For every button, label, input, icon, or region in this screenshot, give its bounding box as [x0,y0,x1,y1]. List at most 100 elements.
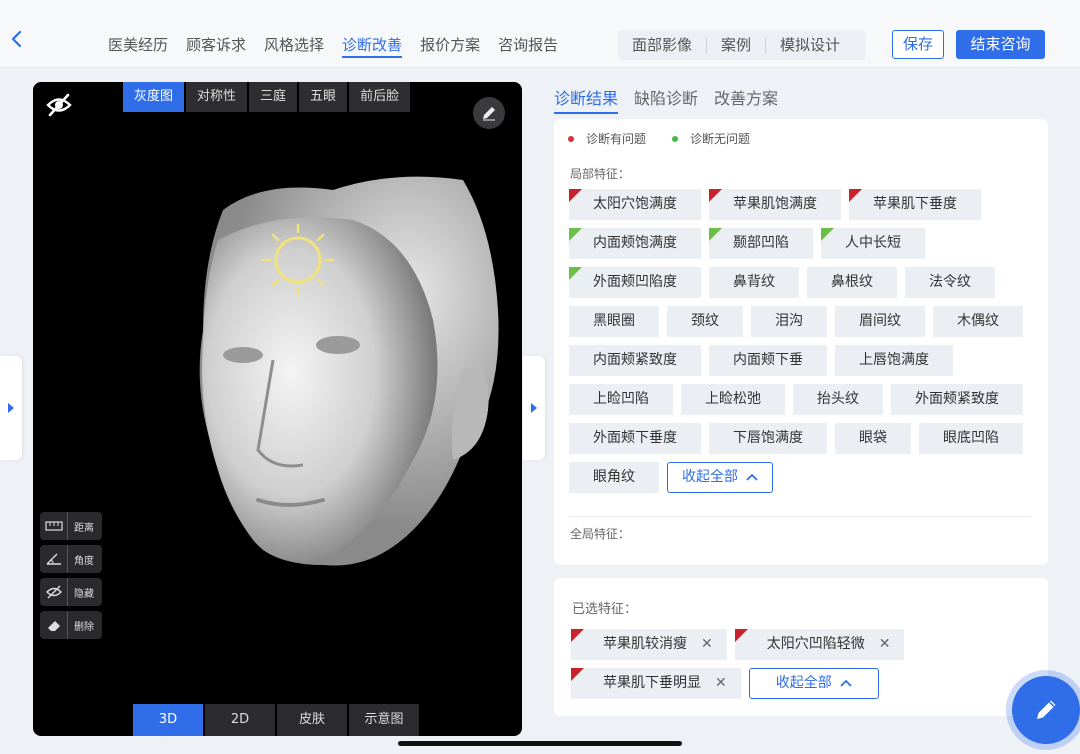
collapse-selected-button[interactable]: 收起全部 [748,668,879,699]
feature-tag[interactable]: 苹果肌下垂度 [849,189,981,220]
nav-tab[interactable]: 诊断改善 [342,34,403,58]
selected-feature-label: 太阳穴凹陷轻微 [766,636,865,652]
global-features-label: 全局特征： [570,527,631,541]
legend-ok-label: 诊断无问题 [690,132,751,146]
red-flag-icon [709,189,722,202]
red-dot-icon [568,135,574,142]
nav-tab[interactable]: 风格选择 [264,34,324,58]
segment-tab[interactable]: 模拟设计 [766,37,854,53]
feature-tag[interactable]: 法令纹 [905,267,995,298]
tool-hide[interactable]: 隐藏 [40,578,102,606]
feature-tag[interactable]: 眼袋 [835,423,911,454]
view-tab[interactable]: 对称性 [186,82,248,112]
feature-tag[interactable]: 内面颊紧致度 [569,345,701,376]
feature-tag[interactable]: 鼻背纹 [709,267,799,298]
nav-tab[interactable]: 咨询报告 [498,34,558,58]
middle-panel-toggle[interactable] [523,356,545,460]
home-indicator [398,741,682,746]
feature-tag[interactable]: 颈纹 [667,306,743,337]
selected-features-label: 已选特征： [572,602,638,617]
panel-tab[interactable]: 缺陷诊断 [634,88,698,114]
red-flag-icon [569,189,582,202]
edit-pen-icon[interactable] [473,97,505,129]
feature-tag[interactable]: 人中长短 [821,228,925,259]
red-flag-icon [571,668,584,681]
left-panel-toggle[interactable] [0,356,22,460]
feature-tag-label: 颈纹 [691,313,719,329]
local-features-label: 局部特征： [570,167,631,181]
feature-tag-label: 苹果肌饱满度 [733,196,817,212]
mode-tab[interactable]: 2D [205,704,275,736]
tool-label: 隐藏 [74,588,94,600]
selected-feature-tag: 苹果肌较消瘦 ✕ [571,629,727,660]
feature-tag-label: 外面颊紧致度 [915,391,999,407]
expand-arrow-icon [8,403,14,413]
feature-tag[interactable]: 颞部凹陷 [709,228,813,259]
feature-tag-label: 鼻根纹 [831,274,873,290]
feature-tag-label: 太阳穴饱满度 [593,196,677,212]
feature-tag[interactable]: 眼底凹陷 [919,423,1023,454]
view-tab[interactable]: 灰度图 [123,82,185,112]
feature-tag[interactable]: 上唇饱满度 [835,345,953,376]
segment-tab[interactable]: 案例 [707,37,767,53]
floating-edit-button[interactable] [1012,676,1080,744]
view-tab[interactable]: 五眼 [299,82,348,112]
mode-tab[interactable]: 皮肤 [277,704,347,736]
collapse-all-button[interactable]: 收起全部 [667,462,773,493]
remove-x-icon[interactable]: ✕ [879,629,891,660]
feature-tag-label: 木偶纹 [957,313,999,329]
feature-tag-label: 鼻背纹 [733,274,775,290]
feature-tag[interactable]: 外面颊下垂度 [569,423,701,454]
feature-tag[interactable]: 抬头纹 [793,384,883,415]
red-flag-icon [734,629,748,642]
feature-tag-label: 颞部凹陷 [733,235,789,251]
view-tab[interactable]: 三庭 [249,82,298,112]
face-scan-model[interactable] [163,170,513,580]
hide-eye-icon[interactable] [45,92,73,118]
nav-tab[interactable]: 报价方案 [420,34,480,58]
feature-tag[interactable]: 鼻根纹 [807,267,897,298]
feature-tag[interactable]: 黑眼圈 [569,306,659,337]
mode-tab[interactable]: 3D [133,704,203,736]
tool-eraser[interactable]: 删除 [40,611,102,639]
face-3d-viewer[interactable]: 灰度图 对称性 三庭 五眼 前后脸 距离 角度 隐藏 删除 3D 2D 皮肤 示… [33,82,522,736]
end-consultation-button[interactable]: 结束咨询 [956,30,1045,59]
back-arrow-icon[interactable] [8,30,26,48]
feature-tag[interactable]: 泪沟 [751,306,827,337]
feature-tag-label: 外面颊下垂度 [593,430,677,446]
feature-tag-label: 抬头纹 [817,391,859,407]
green-flag-icon [821,228,834,241]
feature-tag[interactable]: 下唇饱满度 [709,423,827,454]
feature-tag[interactable]: 眼角纹 [569,462,659,493]
measure-toolbar: 距离角度隐藏删除 [40,512,102,644]
feature-tag-label: 下唇饱满度 [733,430,803,446]
remove-x-icon[interactable]: ✕ [715,668,727,699]
remove-x-icon[interactable]: ✕ [701,629,713,660]
feature-tag[interactable]: 眉间纹 [835,306,925,337]
feature-tag[interactable]: 苹果肌饱满度 [709,189,841,220]
tool-angle[interactable]: 角度 [40,545,102,573]
save-button[interactable]: 保存 [892,30,944,59]
nav-tab[interactable]: 顾客诉求 [186,34,246,58]
tool-ruler[interactable]: 距离 [40,512,102,540]
feature-tag-label: 内面颊下垂 [733,352,803,368]
feature-tag[interactable]: 太阳穴饱满度 [569,189,701,220]
feature-tag[interactable]: 上睑松弛 [681,384,785,415]
panel-tab[interactable]: 改善方案 [714,88,778,114]
view-tab[interactable]: 前后脸 [349,82,411,112]
selected-features-card: 已选特征： 苹果肌较消瘦 ✕ 太阳穴凹陷轻微 ✕ 苹果肌下垂明显 ✕ 收起全部 [554,578,1048,716]
feature-tag[interactable]: 外面颊凹陷度 [569,267,701,298]
feature-tag-label: 外面颊凹陷度 [593,274,677,290]
segment-tab[interactable]: 面部影像 [618,37,708,53]
diagnosis-tabs: 诊断结果 缺陷诊断 改善方案 [554,88,794,114]
feature-tag[interactable]: 木偶纹 [933,306,1023,337]
feature-tag[interactable]: 外面颊紧致度 [891,384,1023,415]
eraser-icon [40,611,68,639]
feature-tag[interactable]: 上睑凹陷 [569,384,673,415]
mode-tab[interactable]: 示意图 [349,704,419,736]
feature-tag[interactable]: 内面颊饱满度 [569,228,701,259]
feature-tag[interactable]: 内面颊下垂 [709,345,827,376]
nav-tab[interactable]: 医美经历 [108,34,168,58]
panel-tab[interactable]: 诊断结果 [554,88,619,114]
green-flag-icon [569,267,582,280]
